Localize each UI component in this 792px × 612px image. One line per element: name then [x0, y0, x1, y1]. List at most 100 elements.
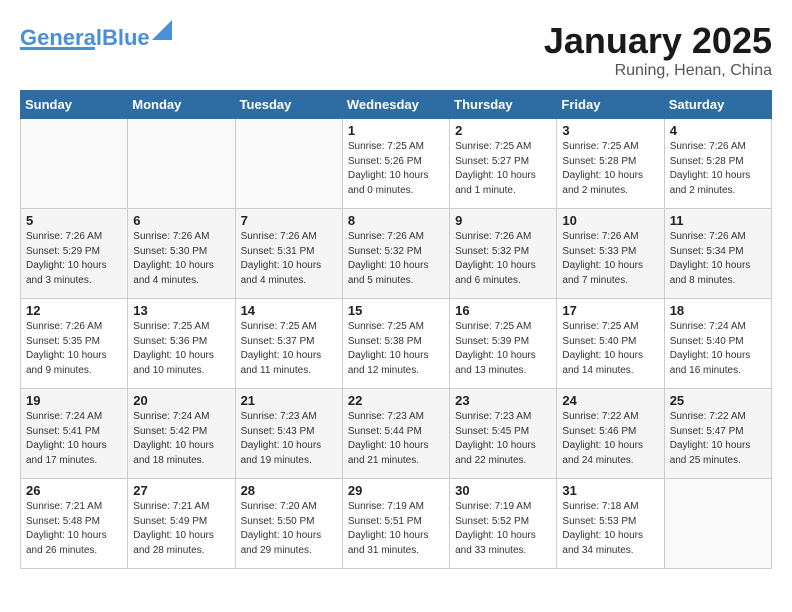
calendar-cell: 1 Sunrise: 7:25 AM Sunset: 5:26 PM Daylig…: [342, 119, 449, 209]
day-number: 31: [562, 483, 658, 498]
day-info: Sunrise: 7:26 AM Sunset: 5:32 PM Dayligh…: [348, 230, 444, 288]
day-number: 11: [670, 213, 766, 228]
day-number: 30: [455, 483, 551, 498]
day-info: Sunrise: 7:23 AM Sunset: 5:43 PM Dayligh…: [241, 410, 337, 468]
calendar-cell: [128, 119, 235, 209]
calendar-cell: 13 Sunrise: 7:25 AM Sunset: 5:36 PM Dayli…: [128, 299, 235, 389]
calendar-cell: 24 Sunrise: 7:22 AM Sunset: 5:46 PM Dayli…: [557, 389, 664, 479]
day-info: Sunrise: 7:26 AM Sunset: 5:28 PM Dayligh…: [670, 140, 766, 198]
day-number: 25: [670, 393, 766, 408]
weekday-header-saturday: Saturday: [664, 91, 771, 119]
day-number: 13: [133, 303, 229, 318]
calendar-cell: 31 Sunrise: 7:18 AM Sunset: 5:53 PM Dayli…: [557, 479, 664, 569]
day-info: Sunrise: 7:26 AM Sunset: 5:29 PM Dayligh…: [26, 230, 122, 288]
day-info: Sunrise: 7:25 AM Sunset: 5:37 PM Dayligh…: [241, 320, 337, 378]
week-row-4: 19Sunrise: 7:24 AM Sunset: 5:41 PM Dayli…: [21, 389, 772, 479]
calendar-cell: 4Sunrise: 7:26 AM Sunset: 5:28 PM Daylig…: [664, 119, 771, 209]
logo-underline: [20, 47, 95, 50]
day-info: Sunrise: 7:25 AM Sunset: 5:26 PM Dayligh…: [348, 140, 444, 198]
day-info: Sunrise: 7:25 AM Sunset: 5:27 PM Dayligh…: [455, 140, 551, 198]
logo-text: GeneralBlue: [20, 27, 150, 49]
day-info: Sunrise: 7:25 AM Sunset: 5:39 PM Dayligh…: [455, 320, 551, 378]
day-info: Sunrise: 7:19 AM Sunset: 5:52 PM Dayligh…: [455, 500, 551, 558]
day-number: 21: [241, 393, 337, 408]
weekday-header-row: SundayMondayTuesdayWednesdayThursdayFrid…: [21, 91, 772, 119]
page-header: GeneralBlue January 2025 Runing, Henan, …: [20, 20, 772, 80]
logo-icon: [152, 20, 172, 40]
calendar-cell: 10 Sunrise: 7:26 AM Sunset: 5:33 PM Dayli…: [557, 209, 664, 299]
weekday-header-monday: Monday: [128, 91, 235, 119]
day-info: Sunrise: 7:25 AM Sunset: 5:40 PM Dayligh…: [562, 320, 658, 378]
day-number: 5: [26, 213, 122, 228]
day-info: Sunrise: 7:26 AM Sunset: 5:33 PM Dayligh…: [562, 230, 658, 288]
day-info: Sunrise: 7:26 AM Sunset: 5:30 PM Dayligh…: [133, 230, 229, 288]
calendar-cell: 5 Sunrise: 7:26 AM Sunset: 5:29 PM Daylig…: [21, 209, 128, 299]
calendar-cell: 17Sunrise: 7:25 AM Sunset: 5:40 PM Dayli…: [557, 299, 664, 389]
day-number: 27: [133, 483, 229, 498]
weekday-header-thursday: Thursday: [450, 91, 557, 119]
calendar-cell: 14 Sunrise: 7:25 AM Sunset: 5:37 PM Dayli…: [235, 299, 342, 389]
day-info: Sunrise: 7:26 AM Sunset: 5:31 PM Dayligh…: [241, 230, 337, 288]
day-info: Sunrise: 7:21 AM Sunset: 5:49 PM Dayligh…: [133, 500, 229, 558]
calendar-cell: 2 Sunrise: 7:25 AM Sunset: 5:27 PM Daylig…: [450, 119, 557, 209]
day-number: 14: [241, 303, 337, 318]
calendar-cell: 12 Sunrise: 7:26 AM Sunset: 5:35 PM Dayli…: [21, 299, 128, 389]
day-number: 12: [26, 303, 122, 318]
day-number: 26: [26, 483, 122, 498]
calendar-cell: 23Sunrise: 7:23 AM Sunset: 5:45 PM Dayli…: [450, 389, 557, 479]
day-number: 18: [670, 303, 766, 318]
calendar-cell: 29 Sunrise: 7:19 AM Sunset: 5:51 PM Dayli…: [342, 479, 449, 569]
calendar-cell: 9Sunrise: 7:26 AM Sunset: 5:32 PM Daylig…: [450, 209, 557, 299]
calendar-cell: 27 Sunrise: 7:21 AM Sunset: 5:49 PM Dayli…: [128, 479, 235, 569]
day-number: 1: [348, 123, 444, 138]
day-info: Sunrise: 7:24 AM Sunset: 5:41 PM Dayligh…: [26, 410, 122, 468]
calendar-table: SundayMondayTuesdayWednesdayThursdayFrid…: [20, 90, 772, 569]
day-info: Sunrise: 7:25 AM Sunset: 5:36 PM Dayligh…: [133, 320, 229, 378]
day-info: Sunrise: 7:18 AM Sunset: 5:53 PM Dayligh…: [562, 500, 658, 558]
weekday-header-tuesday: Tuesday: [235, 91, 342, 119]
calendar-cell: [235, 119, 342, 209]
day-info: Sunrise: 7:21 AM Sunset: 5:48 PM Dayligh…: [26, 500, 122, 558]
calendar-location: Runing, Henan, China: [544, 62, 772, 80]
day-number: 10: [562, 213, 658, 228]
day-info: Sunrise: 7:22 AM Sunset: 5:47 PM Dayligh…: [670, 410, 766, 468]
day-number: 24: [562, 393, 658, 408]
calendar-cell: 26 Sunrise: 7:21 AM Sunset: 5:48 PM Dayli…: [21, 479, 128, 569]
weekday-header-friday: Friday: [557, 91, 664, 119]
calendar-cell: [21, 119, 128, 209]
week-row-3: 12 Sunrise: 7:26 AM Sunset: 5:35 PM Dayli…: [21, 299, 772, 389]
day-number: 16: [455, 303, 551, 318]
calendar-cell: 25 Sunrise: 7:22 AM Sunset: 5:47 PM Dayli…: [664, 389, 771, 479]
week-row-1: 1 Sunrise: 7:25 AM Sunset: 5:26 PM Daylig…: [21, 119, 772, 209]
day-info: Sunrise: 7:19 AM Sunset: 5:51 PM Dayligh…: [348, 500, 444, 558]
day-number: 3: [562, 123, 658, 138]
calendar-cell: 11 Sunrise: 7:26 AM Sunset: 5:34 PM Dayli…: [664, 209, 771, 299]
week-row-5: 26 Sunrise: 7:21 AM Sunset: 5:48 PM Dayli…: [21, 479, 772, 569]
day-info: Sunrise: 7:24 AM Sunset: 5:42 PM Dayligh…: [133, 410, 229, 468]
day-number: 22: [348, 393, 444, 408]
calendar-cell: 15 Sunrise: 7:25 AM Sunset: 5:38 PM Dayli…: [342, 299, 449, 389]
day-number: 15: [348, 303, 444, 318]
day-info: Sunrise: 7:23 AM Sunset: 5:44 PM Dayligh…: [348, 410, 444, 468]
day-number: 28: [241, 483, 337, 498]
calendar-title: January 2025: [544, 20, 772, 62]
day-number: 23: [455, 393, 551, 408]
calendar-cell: 3 Sunrise: 7:25 AM Sunset: 5:28 PM Daylig…: [557, 119, 664, 209]
calendar-cell: 7Sunrise: 7:26 AM Sunset: 5:31 PM Daylig…: [235, 209, 342, 299]
day-number: 2: [455, 123, 551, 138]
day-number: 9: [455, 213, 551, 228]
calendar-cell: 8Sunrise: 7:26 AM Sunset: 5:32 PM Daylig…: [342, 209, 449, 299]
calendar-cell: 18Sunrise: 7:24 AM Sunset: 5:40 PM Dayli…: [664, 299, 771, 389]
day-number: 29: [348, 483, 444, 498]
calendar-cell: 30 Sunrise: 7:19 AM Sunset: 5:52 PM Dayli…: [450, 479, 557, 569]
day-info: Sunrise: 7:25 AM Sunset: 5:28 PM Dayligh…: [562, 140, 658, 198]
day-info: Sunrise: 7:25 AM Sunset: 5:38 PM Dayligh…: [348, 320, 444, 378]
calendar-cell: 21 Sunrise: 7:23 AM Sunset: 5:43 PM Dayli…: [235, 389, 342, 479]
day-info: Sunrise: 7:26 AM Sunset: 5:35 PM Dayligh…: [26, 320, 122, 378]
day-info: Sunrise: 7:20 AM Sunset: 5:50 PM Dayligh…: [241, 500, 337, 558]
day-info: Sunrise: 7:22 AM Sunset: 5:46 PM Dayligh…: [562, 410, 658, 468]
weekday-header-sunday: Sunday: [21, 91, 128, 119]
calendar-cell: 19Sunrise: 7:24 AM Sunset: 5:41 PM Dayli…: [21, 389, 128, 479]
week-row-2: 5 Sunrise: 7:26 AM Sunset: 5:29 PM Daylig…: [21, 209, 772, 299]
day-info: Sunrise: 7:26 AM Sunset: 5:34 PM Dayligh…: [670, 230, 766, 288]
